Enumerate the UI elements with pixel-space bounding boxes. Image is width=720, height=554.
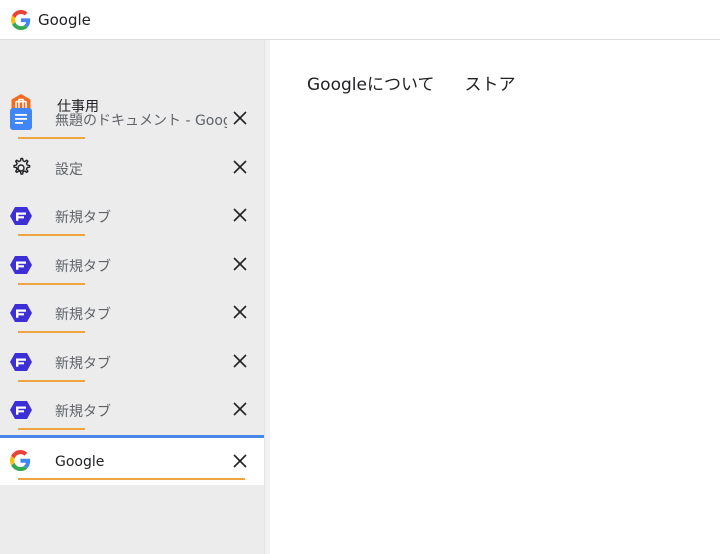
tab-label: 新規タブ: [55, 259, 111, 275]
tab-docs[interactable]: 無題のドキュメント - Google ドキュメント: [0, 96, 264, 144]
tab-label: 新規タブ: [55, 307, 111, 323]
about-google-link[interactable]: Googleについて: [307, 70, 434, 95]
new-tab-icon: [10, 353, 32, 371]
tab-label: 設定: [55, 162, 83, 178]
tab-settings[interactable]: 設定: [0, 145, 264, 193]
google-icon: [10, 450, 31, 471]
new-tab-icon: [10, 401, 32, 419]
top-links: Googleについて ストア: [307, 70, 515, 95]
tab-new-tab[interactable]: 新規タブ: [0, 242, 264, 290]
new-tab-icon: [10, 304, 32, 322]
tab-label: 新規タブ: [55, 356, 111, 372]
tab-label: 新規タブ: [55, 404, 111, 420]
close-icon[interactable]: [230, 399, 250, 419]
tab-underline: [18, 137, 85, 139]
page-content: Googleについて ストア: [270, 40, 720, 554]
tab-underline: [18, 380, 85, 382]
tab-new-tab[interactable]: 新規タブ: [0, 193, 264, 241]
gear-icon: [13, 157, 31, 175]
close-icon[interactable]: [230, 254, 250, 274]
store-link[interactable]: ストア: [464, 70, 515, 95]
tab-google-active[interactable]: Google: [0, 435, 264, 485]
tab-new-tab[interactable]: 新規タブ: [0, 290, 264, 338]
new-tab-icon: [10, 207, 32, 225]
window-titlebar: Google: [0, 0, 720, 40]
tab-new-tab[interactable]: 新規タブ: [0, 339, 264, 387]
close-icon[interactable]: [230, 157, 250, 177]
close-icon[interactable]: [230, 205, 250, 225]
tab-sidebar: 仕事用 無題のドキュメント - Google ドキュメント 設定: [0, 40, 264, 554]
new-tab-icon: [10, 256, 32, 274]
close-icon[interactable]: [230, 108, 250, 128]
close-icon[interactable]: [230, 351, 250, 371]
tab-underline: [18, 478, 245, 480]
google-icon: [11, 10, 31, 30]
close-icon[interactable]: [230, 302, 250, 322]
tab-label: 新規タブ: [55, 210, 111, 226]
tab-underline: [18, 234, 85, 236]
tab-label: Google: [55, 454, 105, 470]
close-icon[interactable]: [230, 451, 250, 471]
tab-underline: [18, 283, 85, 285]
tab-new-tab[interactable]: 新規タブ: [0, 387, 264, 435]
tab-underline: [18, 331, 85, 333]
window-title: Google: [38, 11, 91, 29]
google-docs-icon: [10, 108, 32, 130]
tab-label: 無題のドキュメント - Google ドキュメント: [55, 113, 227, 129]
tab-underline: [18, 428, 85, 430]
